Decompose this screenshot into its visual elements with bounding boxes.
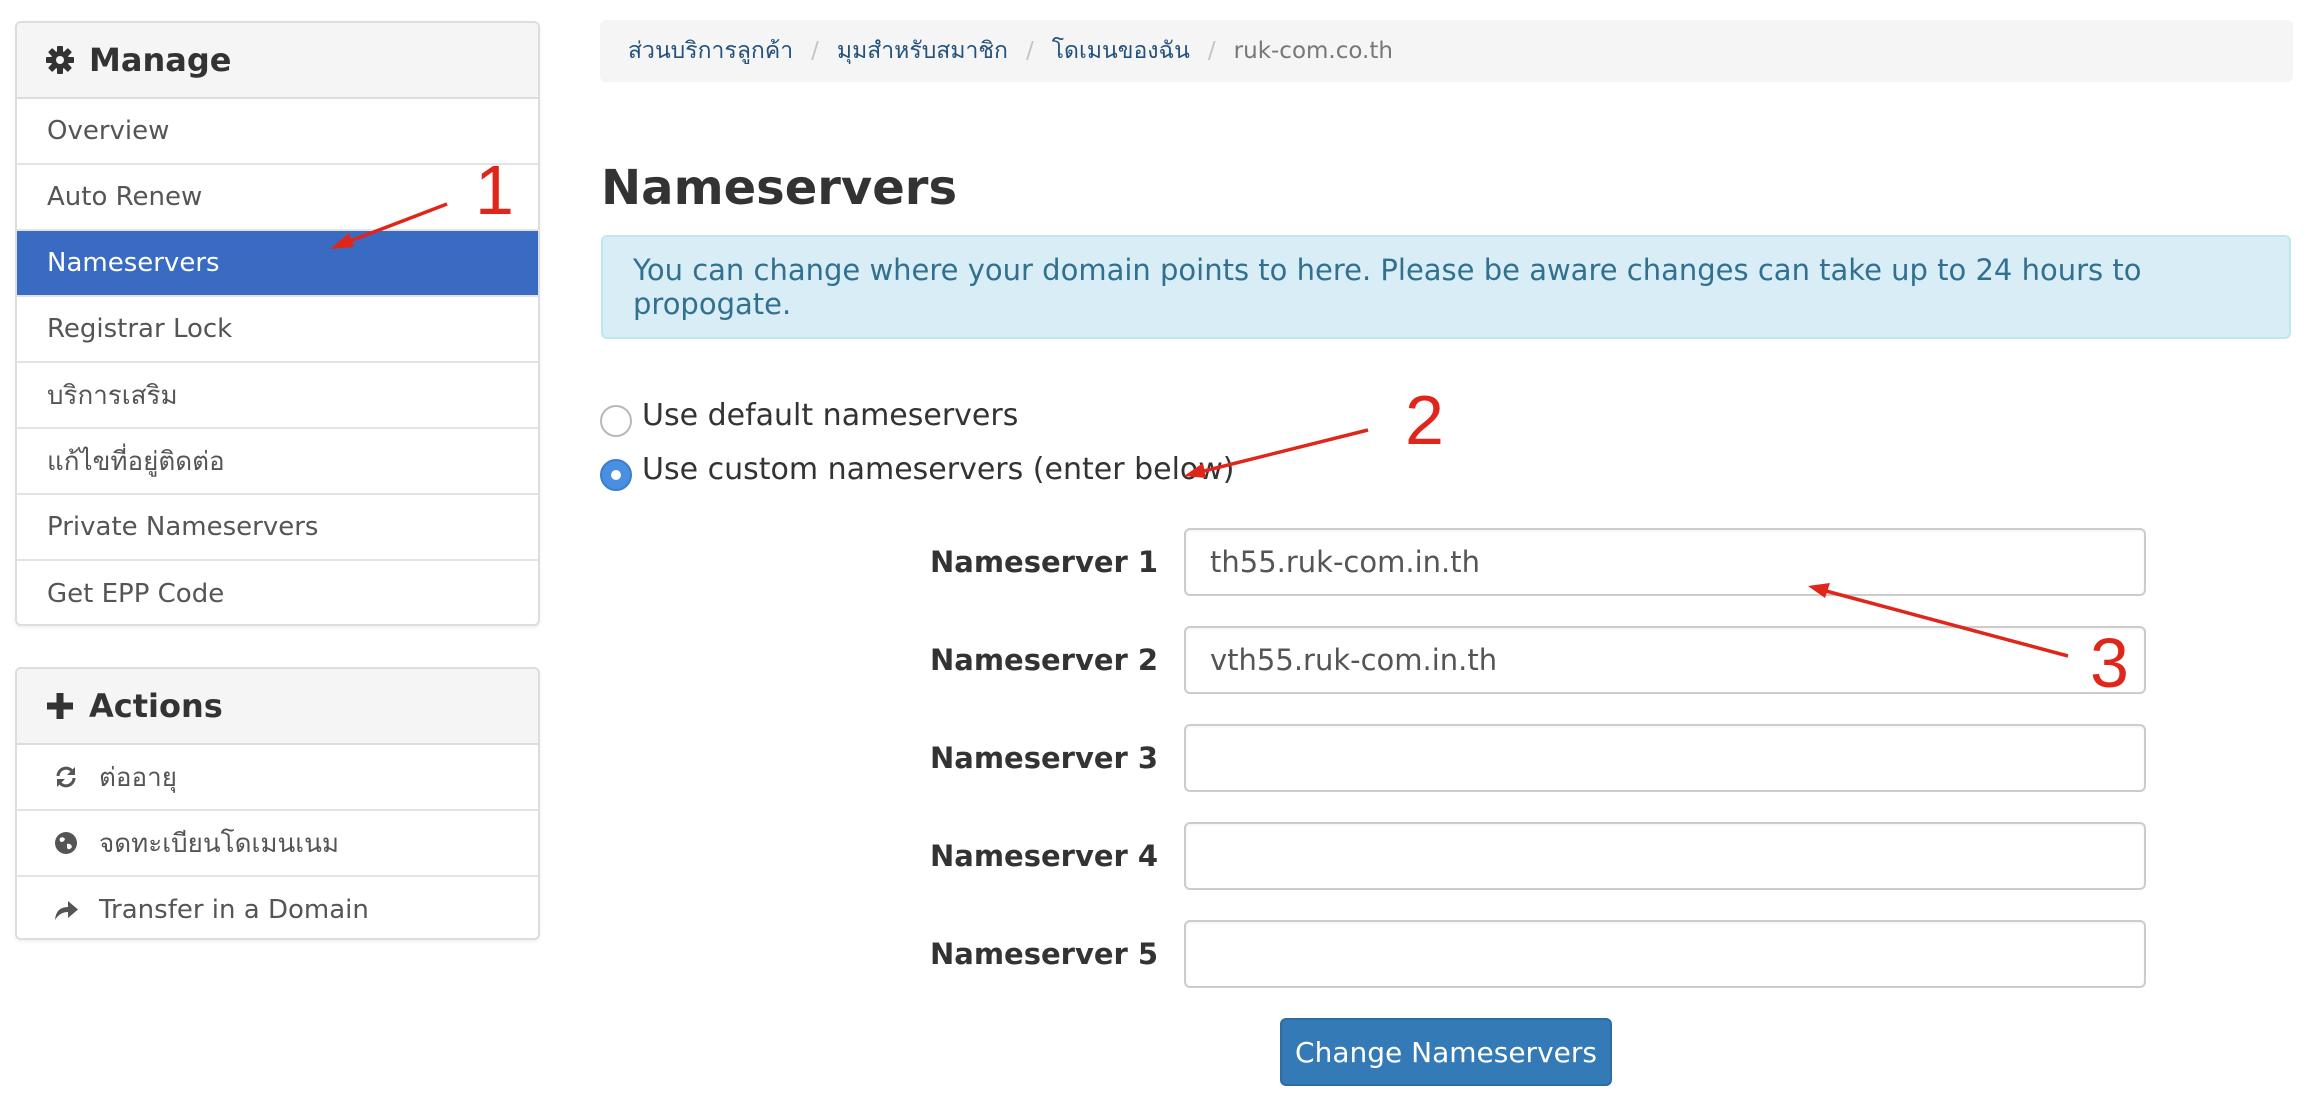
- nameserver-1-input[interactable]: [1184, 528, 2146, 596]
- nameserver-row-1: Nameserver 1: [930, 528, 2146, 596]
- nameserver-2-input[interactable]: [1184, 626, 2146, 694]
- action-item-renew[interactable]: ต่ออายุ: [17, 745, 538, 811]
- nameserver-3-label: Nameserver 3: [930, 741, 1159, 775]
- nameserver-row-3: Nameserver 3: [930, 724, 2146, 792]
- action-item-renew-label: ต่ออายุ: [99, 762, 177, 793]
- actions-panel-heading: Actions: [17, 669, 538, 745]
- plus-icon: [45, 691, 75, 721]
- nameserver-5-label: Nameserver 5: [930, 937, 1159, 971]
- nameserver-row-2: Nameserver 2: [930, 626, 2146, 694]
- actions-panel: Actions ต่ออายุ จดทะเบียนโดเมนเนม Transf…: [15, 667, 540, 940]
- manage-panel-title: Manage: [89, 41, 232, 79]
- actions-panel-title: Actions: [89, 687, 223, 725]
- globe-icon: [53, 830, 79, 856]
- breadcrumb-current-domain: ruk-com.co.th: [1233, 38, 1393, 64]
- sidebar-item-edit-contact[interactable]: แก้ไขที่อยู่ติดต่อ: [17, 429, 538, 495]
- breadcrumb-link-client-area[interactable]: ส่วนบริการลูกค้า: [628, 33, 793, 69]
- breadcrumb-link-my-domains[interactable]: โดเมนของฉัน: [1052, 33, 1190, 69]
- sidebar-item-private-nameservers[interactable]: Private Nameservers: [17, 495, 538, 561]
- radio-option-default[interactable]: Use default nameservers: [600, 393, 1018, 437]
- breadcrumb: ส่วนบริการลูกค้า / มุมสำหรับสมาชิก / โดเ…: [600, 20, 2293, 82]
- breadcrumb-separator: /: [811, 38, 819, 64]
- radio-custom-nameservers[interactable]: [600, 459, 632, 491]
- breadcrumb-separator: /: [1207, 38, 1216, 64]
- nameserver-4-label: Nameserver 4: [930, 839, 1159, 873]
- sidebar-item-get-epp-code[interactable]: Get EPP Code: [17, 561, 538, 624]
- info-alert: You can change where your domain points …: [601, 235, 2291, 339]
- nameserver-5-input[interactable]: [1184, 920, 2146, 988]
- page-title: Nameservers: [601, 160, 958, 216]
- share-arrow-icon: [53, 897, 79, 923]
- action-item-transfer-domain[interactable]: Transfer in a Domain: [17, 877, 538, 938]
- radio-option-custom[interactable]: Use custom nameservers (enter below): [600, 447, 1235, 491]
- radio-default-label: Use default nameservers: [642, 397, 1019, 433]
- radio-custom-label: Use custom nameservers (enter below): [642, 451, 1235, 487]
- nameserver-1-label: Nameserver 1: [930, 545, 1159, 579]
- sidebar-item-auto-renew[interactable]: Auto Renew: [17, 165, 538, 231]
- annotation-number-1: 1: [475, 151, 514, 229]
- sidebar-item-addons[interactable]: บริการเสริม: [17, 363, 538, 429]
- sidebar-item-overview[interactable]: Overview: [17, 99, 538, 165]
- refresh-icon: [53, 764, 79, 790]
- sidebar-item-nameservers[interactable]: Nameservers: [17, 231, 538, 297]
- manage-panel: Manage Overview Auto Renew Nameservers R…: [15, 21, 540, 626]
- info-alert-text: You can change where your domain points …: [633, 253, 2142, 321]
- action-item-transfer-domain-label: Transfer in a Domain: [99, 895, 369, 925]
- manage-panel-heading: Manage: [17, 23, 538, 99]
- nameserver-2-label: Nameserver 2: [930, 643, 1159, 677]
- annotation-number-3: 3: [2090, 624, 2129, 702]
- change-nameservers-button[interactable]: Change Nameservers: [1280, 1018, 1612, 1086]
- annotation-number-2: 2: [1405, 381, 1444, 459]
- nameserver-4-input[interactable]: [1184, 822, 2146, 890]
- action-item-register-domain[interactable]: จดทะเบียนโดเมนเนม: [17, 811, 538, 877]
- breadcrumb-separator: /: [1025, 38, 1034, 64]
- nameserver-3-input[interactable]: [1184, 724, 2146, 792]
- nameserver-row-5: Nameserver 5: [930, 920, 2146, 988]
- gear-icon: [45, 45, 75, 75]
- radio-default-nameservers[interactable]: [600, 405, 632, 437]
- action-item-register-domain-label: จดทะเบียนโดเมนเนม: [99, 828, 340, 859]
- breadcrumb-link-member-area[interactable]: มุมสำหรับสมาชิก: [837, 33, 1008, 69]
- sidebar-item-registrar-lock[interactable]: Registrar Lock: [17, 297, 538, 363]
- nameserver-row-4: Nameserver 4: [930, 822, 2146, 890]
